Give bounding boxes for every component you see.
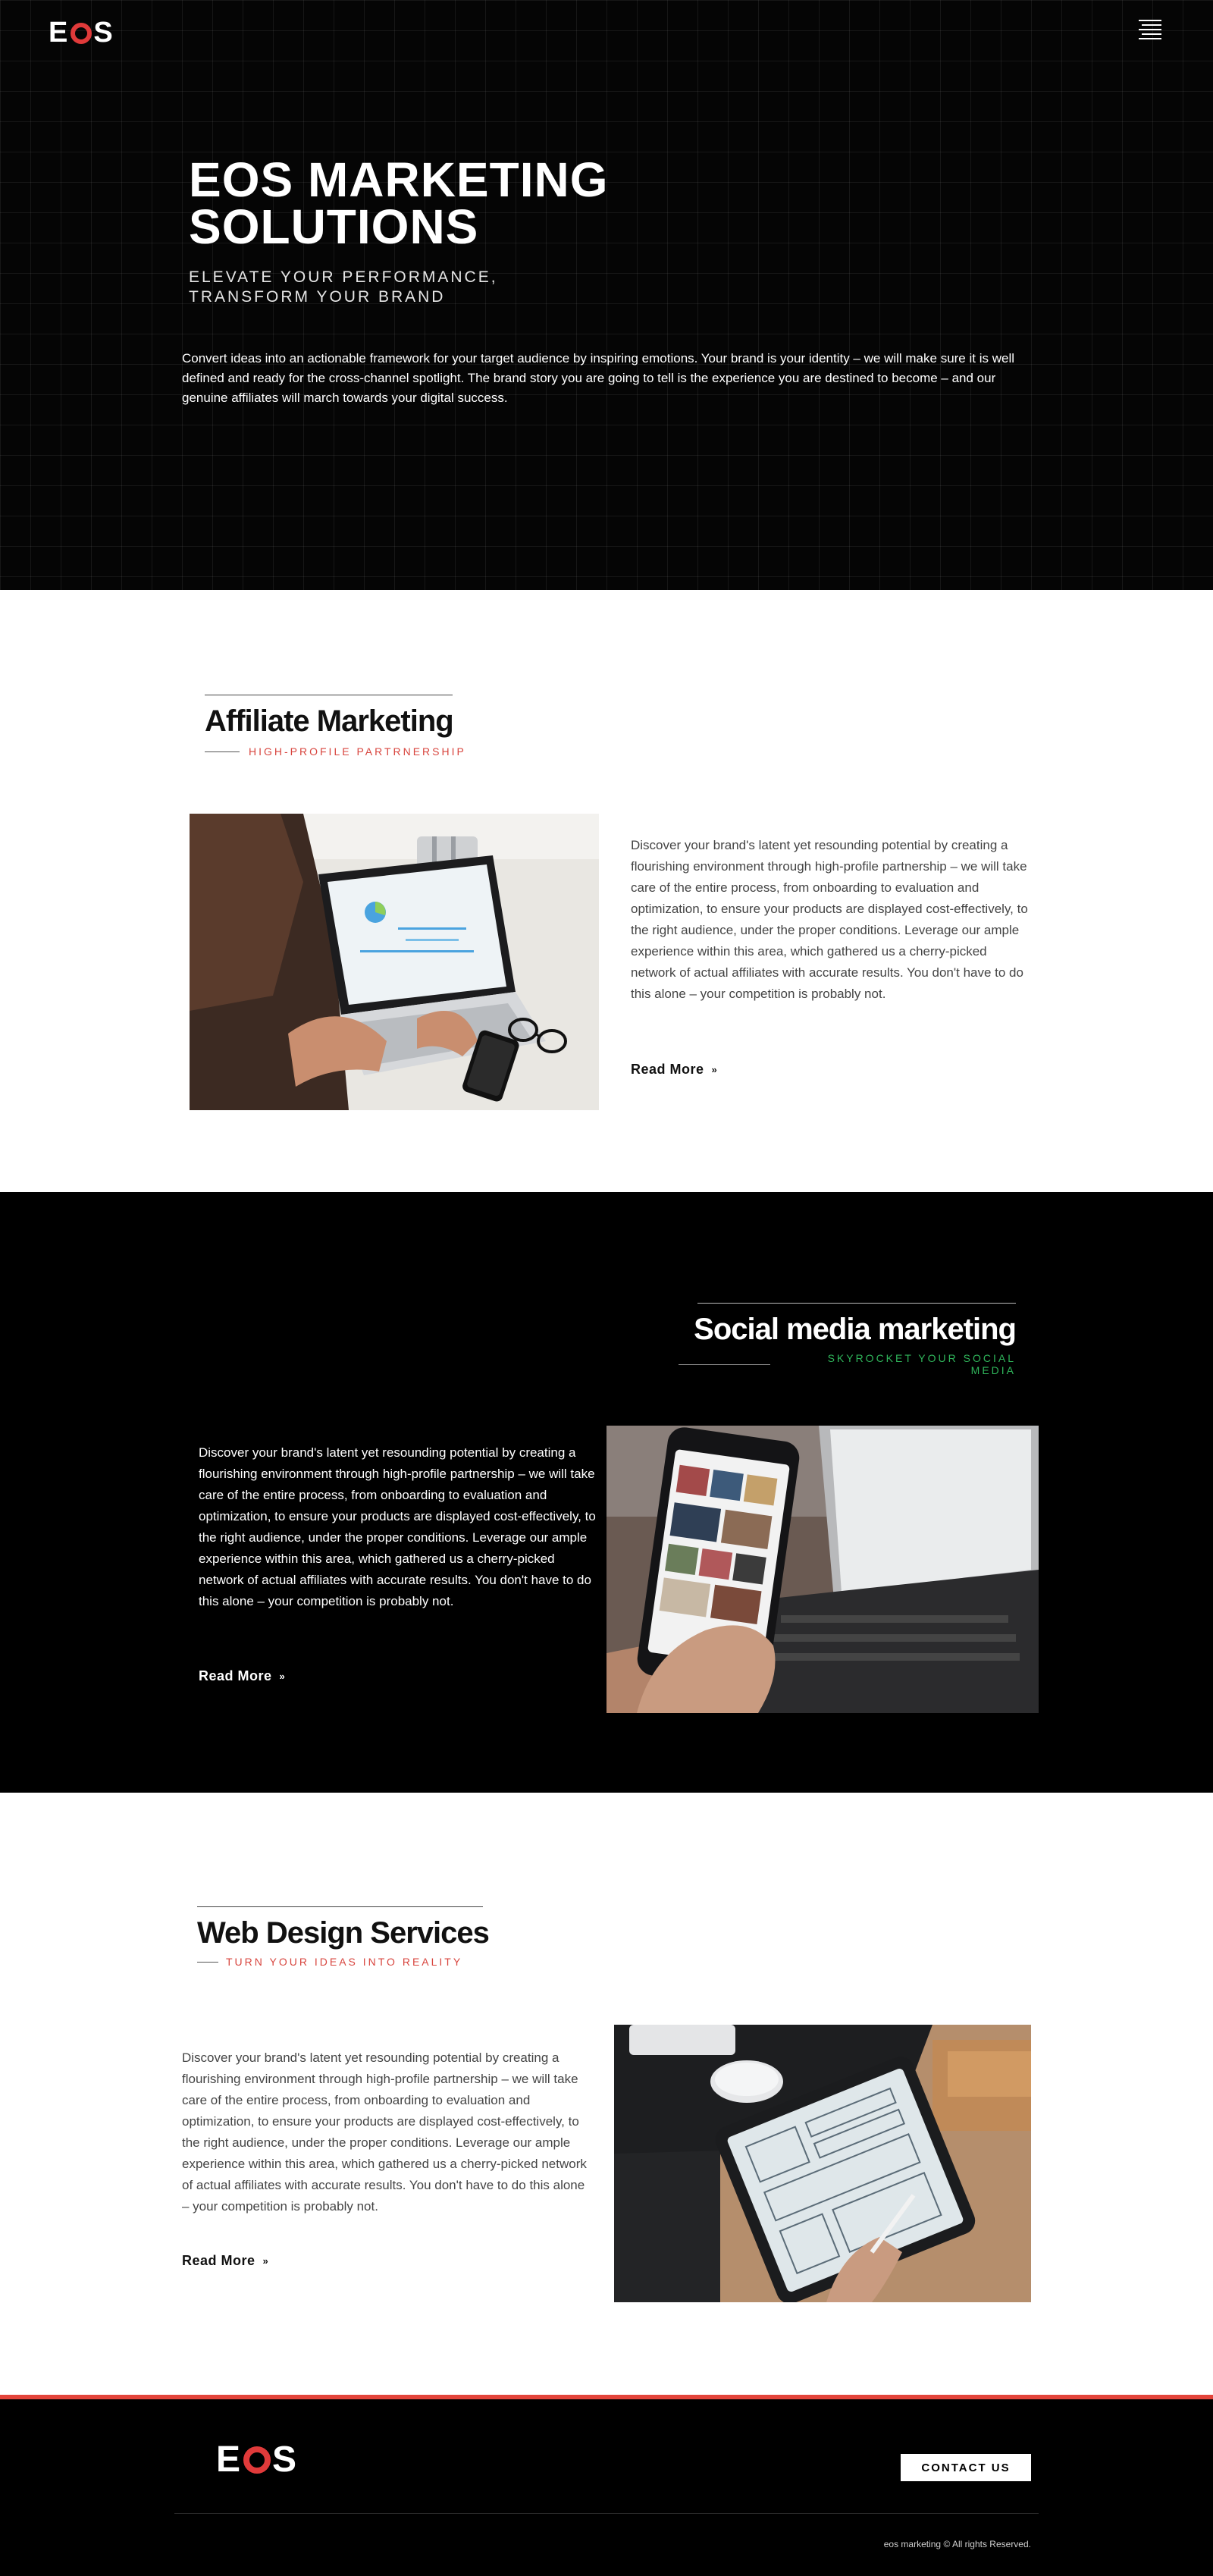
double-chevron-right-icon: »	[279, 1671, 286, 1682]
site-footer: E S CONTACT US eos marketing © All right…	[0, 2395, 1213, 2576]
section-title: Web Design Services	[197, 1916, 490, 1950]
section-tag-row: SKYROCKET YOUR SOCIAL MEDIA	[679, 1352, 1016, 1376]
logo-letter-e: E	[49, 17, 70, 49]
heading-top-rule	[197, 1906, 483, 1907]
section-tag-row: HIGH-PROFILE PARTRNERSHIP	[205, 745, 478, 758]
read-more-label: Read More	[631, 1062, 704, 1077]
web-design-section: Web Design Services TURN YOUR IDEAS INTO…	[0, 1793, 1213, 2395]
logo-ring-icon	[243, 2446, 271, 2474]
read-more-link[interactable]: Read More »	[182, 2253, 268, 2269]
tablet-wireframe-photo	[614, 2025, 1031, 2302]
social-heading: Social media marketing SKYROCKET YOUR SO…	[679, 1303, 1017, 1376]
tag-rule	[679, 1363, 771, 1365]
contact-us-button[interactable]: CONTACT US	[901, 2454, 1031, 2481]
logo-letter-e: E	[216, 2440, 243, 2480]
hamburger-menu-icon[interactable]	[1139, 20, 1161, 41]
hero-title: EOS MARKETING SOLUTIONS	[189, 152, 609, 254]
read-more-label: Read More	[199, 1668, 272, 1683]
web-design-heading: Web Design Services TURN YOUR IDEAS INTO…	[197, 1906, 500, 1968]
logo-letter-s: S	[93, 17, 114, 49]
read-more-label: Read More	[182, 2253, 255, 2268]
double-chevron-right-icon: »	[262, 2255, 269, 2267]
section-tag: TURN YOUR IDEAS INTO REALITY	[226, 1956, 463, 1968]
section-tag: HIGH-PROFILE PARTRNERSHIP	[249, 745, 466, 758]
affiliate-marketing-section: Affiliate Marketing HIGH-PROFILE PARTRNE…	[0, 590, 1213, 1192]
read-more-link[interactable]: Read More »	[199, 1668, 285, 1684]
section-tag-row: TURN YOUR IDEAS INTO REALITY	[197, 1956, 500, 1968]
hero-subtitle: ELEVATE YOUR PERFORMANCE, TRANSFORM YOUR…	[189, 268, 498, 306]
logo-ring-icon	[71, 22, 92, 44]
heading-top-rule	[697, 1303, 1016, 1304]
laptop-analytics-photo	[190, 814, 599, 1110]
section-title: Affiliate Marketing	[205, 704, 454, 738]
affiliate-heading: Affiliate Marketing HIGH-PROFILE PARTRNE…	[205, 695, 478, 758]
social-media-section: Social media marketing SKYROCKET YOUR SO…	[0, 1192, 1213, 1793]
section-body-text: Discover your brand's latent yet resound…	[631, 838, 1028, 1001]
section-tag: SKYROCKET YOUR SOCIAL MEDIA	[827, 1352, 1016, 1376]
section-body-text: Discover your brand's latent yet resound…	[199, 1445, 596, 1608]
read-more-link[interactable]: Read More »	[631, 1062, 717, 1078]
footer-logo[interactable]: E S	[216, 2439, 298, 2480]
hero-description: Convert ideas into an actionable framewo…	[182, 351, 1014, 405]
hero-section: E S EOS MARKETING SOLUTIONS ELEVATE YOUR…	[0, 0, 1213, 590]
site-logo[interactable]: E S	[49, 17, 114, 49]
copyright-text: eos marketing © All rights Reserved.	[883, 2539, 1031, 2549]
section-title: Social media marketing	[694, 1313, 1017, 1346]
tag-rule	[205, 751, 240, 752]
double-chevron-right-icon: »	[711, 1064, 718, 1075]
logo-letter-s: S	[272, 2440, 299, 2480]
section-body-text: Discover your brand's latent yet resound…	[182, 2050, 587, 2214]
tag-rule	[197, 1961, 218, 1963]
smartphone-social-photo	[606, 1426, 1039, 1713]
footer-divider	[174, 2513, 1039, 2514]
